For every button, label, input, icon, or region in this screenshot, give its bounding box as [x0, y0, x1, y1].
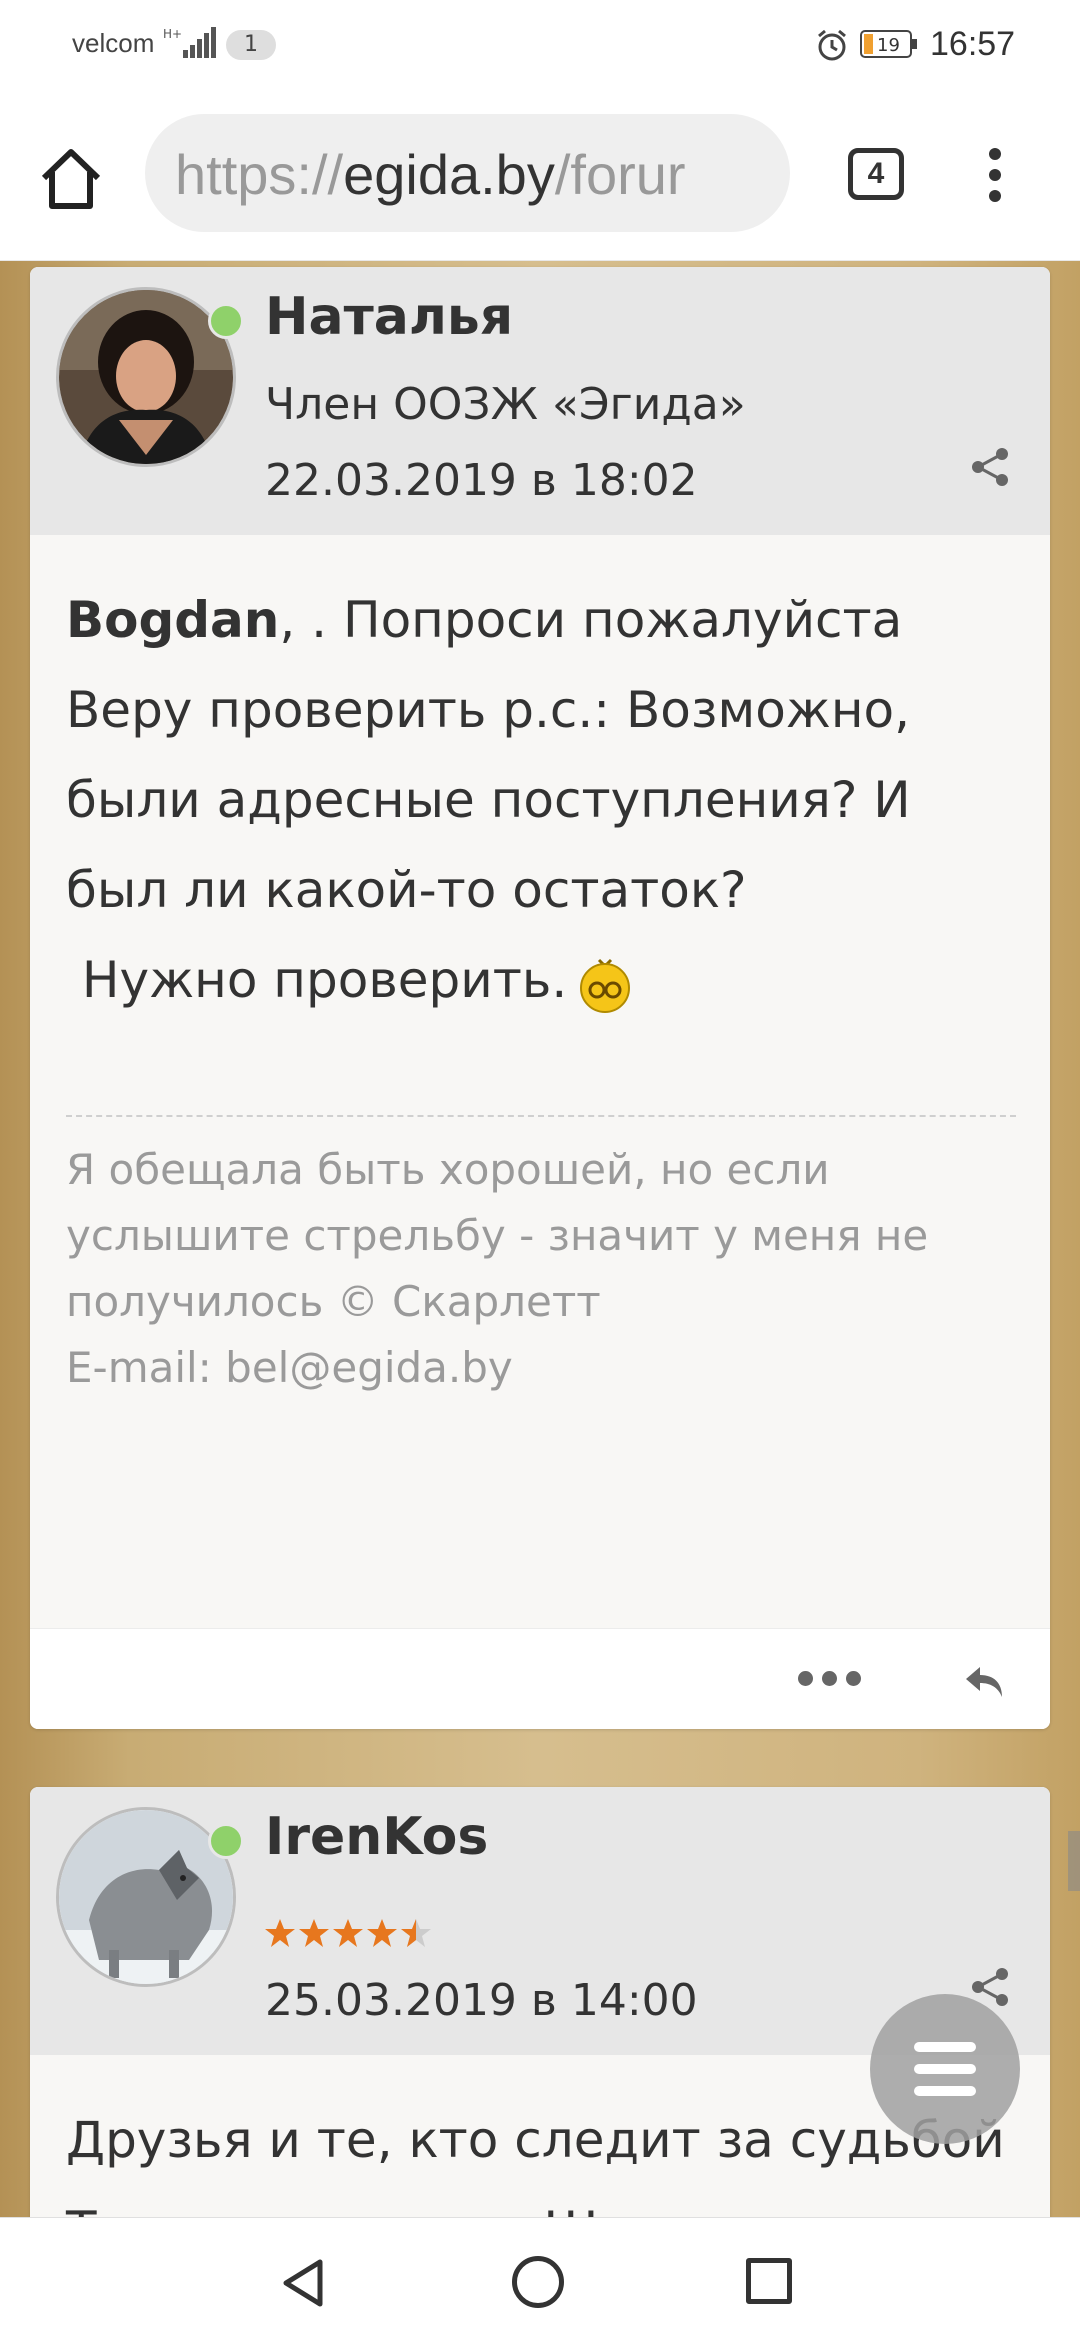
more-options-icon[interactable] — [798, 1671, 870, 1690]
post-date[interactable]: 25.03.2019 в 14:00 — [265, 1975, 698, 2026]
forum-post: IrenKos 25.03.2019 в 14:00 Друзья и те, … — [30, 1787, 1050, 2217]
post-header: Наталья Член ООЗЖ «Эгида» 22.03.2019 в 1… — [30, 267, 1050, 535]
avatar-image — [59, 290, 233, 464]
battery-level: 19 — [877, 35, 900, 56]
post-text: Друзья и те, кто следит за судьбой Тимур… — [66, 2111, 1005, 2217]
share-icon[interactable] — [968, 445, 1012, 489]
url-domain: egida.by — [343, 143, 555, 206]
user-mention[interactable]: Bogdan — [66, 591, 279, 649]
alarm-icon — [818, 29, 846, 61]
back-icon[interactable] — [280, 2258, 326, 2308]
post-text-line: Нужно проверить. — [66, 951, 568, 1009]
star-rating-icon — [265, 1919, 431, 1947]
post-author[interactable]: IrenKos — [265, 1807, 488, 1867]
rating-stars — [265, 1917, 435, 1959]
author-role: Член ООЗЖ «Эгида» — [265, 379, 746, 430]
post-footer — [30, 1628, 1050, 1729]
avatar-image — [59, 1810, 233, 1984]
forum-content: Наталья Член ООЗЖ «Эгида» 22.03.2019 в 1… — [0, 261, 1080, 2217]
url-scheme: https:// — [175, 143, 344, 206]
system-navigation-bar — [0, 2217, 1080, 2341]
home-nav-icon[interactable] — [512, 2256, 564, 2308]
reply-icon[interactable] — [960, 1657, 1008, 1705]
carrier-label: velcom — [72, 28, 155, 58]
online-status-indicator — [208, 303, 244, 339]
floating-menu-button[interactable] — [870, 1994, 1020, 2144]
tab-switcher-button[interactable]: 4 — [848, 148, 904, 200]
signature: Я обещала быть хорошей, но если услышите… — [30, 1117, 1050, 1401]
status-bar: velcom H+ 1 19 16:57 — [0, 0, 1080, 90]
signature-email[interactable]: E-mail: bel@egida.by — [66, 1335, 1014, 1401]
post-body: Bogdan, . Попроси пожалуйста Веру провер… — [30, 535, 1050, 1025]
signature-quote: Я обещала быть хорошей, но если услышите… — [66, 1145, 929, 1326]
home-icon[interactable] — [34, 142, 108, 216]
notification-badge: 1 — [226, 30, 276, 60]
more-menu-icon[interactable] — [980, 148, 1010, 208]
battery-icon: 19 — [860, 30, 917, 58]
address-bar[interactable]: https://egida.by/forur — [145, 114, 790, 232]
post-author[interactable]: Наталья — [265, 287, 513, 347]
recent-apps-icon[interactable] — [746, 2258, 792, 2304]
signal-icon: H+ — [163, 27, 216, 58]
url-path: /forur — [554, 143, 686, 206]
browser-toolbar: https://egida.by/forur 4 — [0, 90, 1080, 261]
smiley-icon — [580, 958, 631, 1013]
online-status-indicator — [208, 1823, 244, 1859]
post-date[interactable]: 22.03.2019 в 18:02 — [265, 455, 698, 506]
forum-post: Наталья Член ООЗЖ «Эгида» 22.03.2019 в 1… — [30, 267, 1050, 1729]
url-text: https://egida.by/forur — [175, 142, 686, 207]
scrollbar-thumb[interactable] — [1068, 1831, 1080, 1891]
clock: 16:57 — [930, 25, 1016, 63]
svg-text:H+: H+ — [163, 27, 182, 41]
